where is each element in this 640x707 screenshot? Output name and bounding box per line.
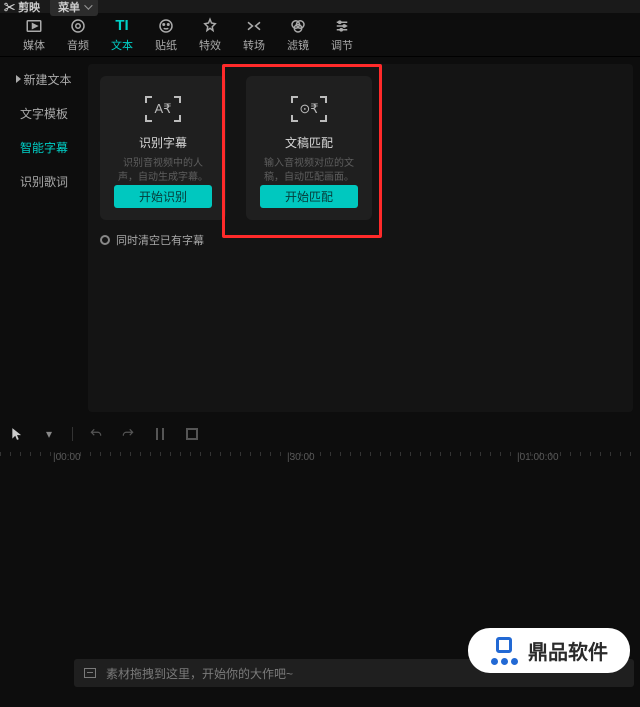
card-recognize-subtitle: A₹ 识别字幕 识别音视频中的人声，自动生成字幕。 开始识别 <box>100 76 226 220</box>
app-logo-text: ✂ 剪映 <box>4 0 40 15</box>
tool-effects[interactable]: 特效 <box>188 17 232 53</box>
sticker-icon <box>156 17 176 35</box>
title-bar: ✂ 剪映 菜单 <box>0 0 640 13</box>
tool-sticker[interactable]: 贴纸 <box>144 17 188 53</box>
card-description: 输入音视频对应的文稿，自动匹配画面。 <box>260 157 358 185</box>
transition-icon <box>244 17 264 35</box>
text-icon: TI <box>112 17 132 35</box>
tool-media[interactable]: 媒体 <box>12 17 56 53</box>
sidebar-item-smart-subtitle[interactable]: 智能字幕 <box>9 135 79 159</box>
effects-icon <box>200 17 220 35</box>
tool-transition[interactable]: 转场 <box>232 17 276 53</box>
chevron-down-icon <box>84 1 92 9</box>
delete-button[interactable] <box>183 425 201 443</box>
content-area: A₹ 识别字幕 识别音视频中的人声，自动生成字幕。 开始识别 ⊙₹ 文稿匹配 输… <box>88 64 633 412</box>
watermark-logo-icon <box>490 637 518 665</box>
timeline-toolbar: ▾ <box>0 419 640 449</box>
sidebar-item-text-template[interactable]: 文字模板 <box>9 101 79 125</box>
tool-adjust[interactable]: 调节 <box>320 17 364 53</box>
match-icon: ⊙₹ <box>291 90 327 128</box>
watermark-badge: 鼎品软件 <box>468 628 630 673</box>
left-sidebar: 新建文本 文字模板 智能字幕 识别歌词 <box>0 57 88 419</box>
card-description: 识别音视频中的人声，自动生成字幕。 <box>114 157 212 185</box>
card-script-match: ⊙₹ 文稿匹配 输入音视频对应的文稿，自动匹配画面。 开始匹配 <box>246 76 372 220</box>
track-placeholder: 素材拖拽到这里，开始你的大作吧~ <box>106 665 293 682</box>
clear-subtitle-option[interactable]: 同时清空已有字幕 <box>100 232 621 248</box>
menu-button[interactable]: 菜单 <box>50 0 98 16</box>
subtitle-icon: A₹ <box>145 90 181 128</box>
tool-audio[interactable]: 音频 <box>56 17 100 53</box>
sidebar-item-lyrics[interactable]: 识别歌词 <box>9 169 79 193</box>
cursor-tool[interactable] <box>8 425 26 443</box>
watermark-text: 鼎品软件 <box>528 636 608 665</box>
timeline-ruler[interactable]: |00:00 |30:00 |01:00:00 <box>0 449 640 471</box>
adjust-icon <box>332 17 352 35</box>
main-toolbar: 媒体 音频 TI 文本 贴纸 特效 转场 滤镜 <box>0 13 640 57</box>
tool-filter[interactable]: 滤镜 <box>276 17 320 53</box>
undo-button[interactable] <box>87 425 105 443</box>
clip-icon <box>84 668 96 678</box>
ruler-tick: |00:00 <box>53 452 81 463</box>
ruler-tick: |01:00:00 <box>517 452 559 463</box>
filter-icon <box>288 17 308 35</box>
main-panel: 新建文本 文字模板 智能字幕 识别歌词 A₹ 识别字幕 识别音视频中的 <box>0 57 640 419</box>
tool-text[interactable]: TI 文本 <box>100 17 144 53</box>
start-match-button[interactable]: 开始匹配 <box>260 185 358 208</box>
arrow-right-icon <box>16 75 21 83</box>
chevron-down-icon[interactable]: ▾ <box>40 425 58 443</box>
media-icon <box>24 17 44 35</box>
card-title: 文稿匹配 <box>285 134 333 151</box>
start-recognize-button[interactable]: 开始识别 <box>114 185 212 208</box>
split-button[interactable] <box>151 425 169 443</box>
audio-icon <box>68 17 88 35</box>
radio-icon <box>100 235 110 245</box>
sidebar-item-new-text[interactable]: 新建文本 <box>9 67 79 91</box>
card-title: 识别字幕 <box>139 134 187 151</box>
ruler-tick: |30:00 <box>287 452 315 463</box>
redo-button[interactable] <box>119 425 137 443</box>
